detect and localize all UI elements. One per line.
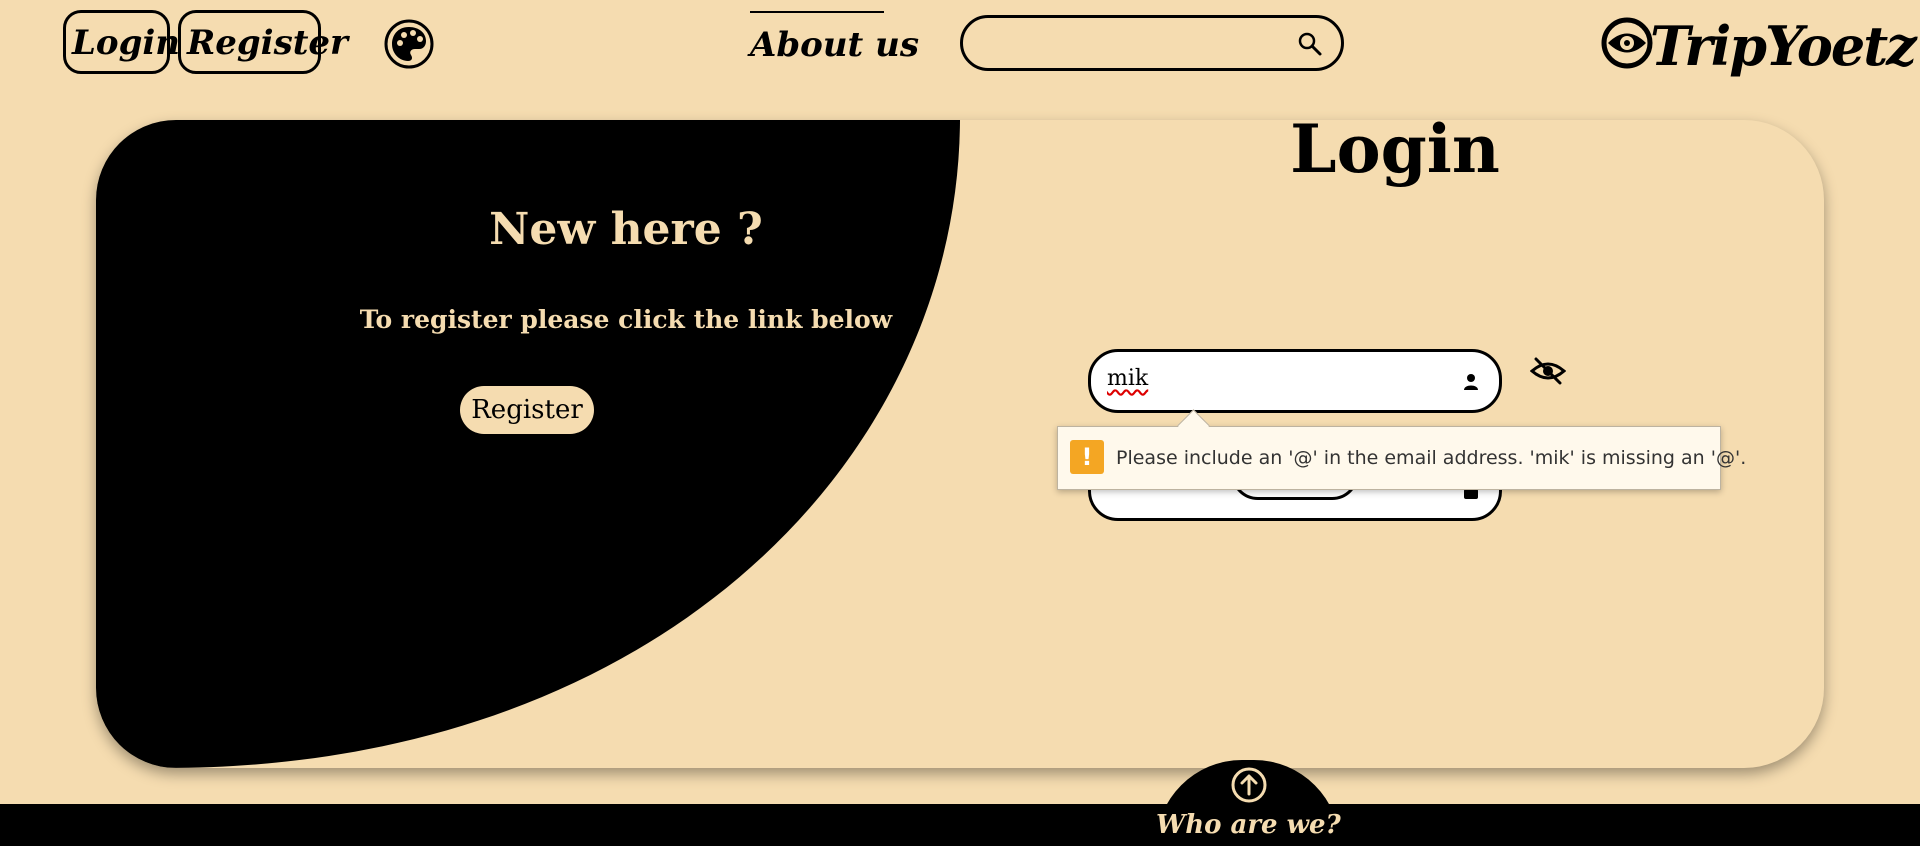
- email-field[interactable]: mik: [1088, 349, 1502, 413]
- eye-slash-icon[interactable]: [1530, 355, 1566, 387]
- footer-bar: [0, 804, 1920, 846]
- about-us-link[interactable]: About us: [750, 11, 919, 67]
- header-login-button[interactable]: Login: [63, 10, 180, 74]
- panel-register-button[interactable]: Register: [460, 386, 594, 434]
- register-hint-text: To register please click the link below: [359, 305, 893, 334]
- header-register-button[interactable]: Register: [178, 10, 348, 74]
- arrow-up-circle-icon[interactable]: [1230, 766, 1268, 804]
- email-value: mik: [1107, 366, 1149, 391]
- new-here-heading: New here ?: [489, 204, 763, 255]
- site-logo[interactable]: TripYoetz: [1600, 10, 1917, 82]
- logo-text: TripYoetz: [1650, 14, 1917, 78]
- validation-message: Please include an '@' in the email addre…: [1116, 447, 1747, 469]
- search-box: [960, 15, 1344, 71]
- search-icon[interactable]: [1297, 31, 1323, 57]
- user-icon: [1464, 374, 1478, 390]
- who-are-we-label[interactable]: Who are we?: [1156, 804, 1341, 846]
- warning-icon: !: [1070, 440, 1104, 474]
- validation-tooltip: ! Please include an '@' in the email add…: [1057, 409, 1746, 490]
- eye-gear-icon: [1601, 17, 1653, 69]
- search-input[interactable]: [981, 26, 1285, 62]
- palette-icon[interactable]: [383, 18, 435, 70]
- login-title: Login: [1290, 110, 1500, 188]
